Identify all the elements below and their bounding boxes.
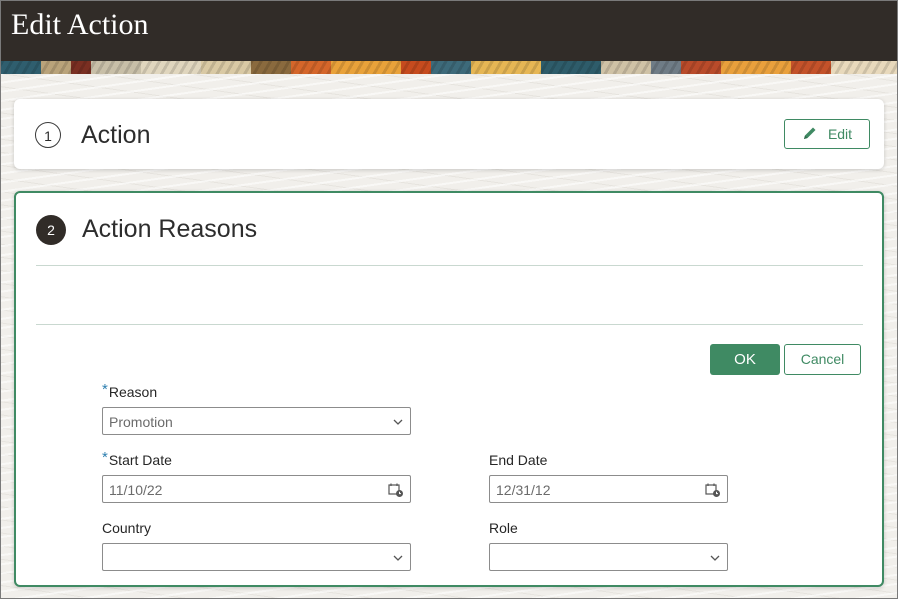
calendar-icon[interactable]	[388, 482, 404, 503]
end-date-input[interactable]: 12/31/12	[489, 475, 728, 503]
app-header: Edit Action	[1, 1, 897, 61]
divider-top	[36, 265, 863, 266]
cancel-button[interactable]: Cancel	[784, 344, 861, 375]
edit-button-label: Edit	[827, 126, 853, 142]
start-date-value: 11/10/22	[109, 482, 163, 498]
role-select[interactable]	[489, 543, 728, 571]
section-title-action: Action	[81, 121, 151, 149]
start-date-label: *Start Date	[102, 449, 172, 468]
section-title-action-reasons: Action Reasons	[82, 215, 258, 243]
chevron-down-icon[interactable]	[709, 551, 721, 569]
required-marker: *	[102, 381, 108, 398]
end-date-label: End Date	[489, 452, 548, 468]
role-label: Role	[489, 520, 518, 536]
country-select[interactable]	[102, 543, 411, 571]
country-label: Country	[102, 520, 152, 536]
reason-select[interactable]: Promotion	[102, 407, 411, 435]
ok-button[interactable]: OK	[710, 344, 780, 375]
page-title: Edit Action	[11, 8, 149, 41]
chevron-down-icon[interactable]	[392, 415, 404, 433]
calendar-icon[interactable]	[705, 482, 721, 503]
action-section: 1 Action Edit	[14, 99, 884, 169]
start-date-input[interactable]: 11/10/22	[102, 475, 411, 503]
reason-value: Promotion	[109, 414, 173, 430]
edit-button[interactable]: Edit	[784, 119, 870, 149]
step-number-2: 2	[36, 215, 66, 245]
decorative-banner	[1, 61, 897, 74]
required-marker: *	[102, 449, 108, 466]
end-date-value: 12/31/12	[496, 482, 551, 498]
chevron-down-icon[interactable]	[392, 551, 404, 569]
reason-label: *Reason	[102, 381, 158, 400]
step-number-1: 1	[35, 122, 61, 148]
pencil-icon	[802, 125, 818, 144]
action-reasons-section: 2 Action Reasons OK Cancel *Reason Promo…	[14, 191, 884, 587]
divider-bottom	[36, 324, 863, 325]
